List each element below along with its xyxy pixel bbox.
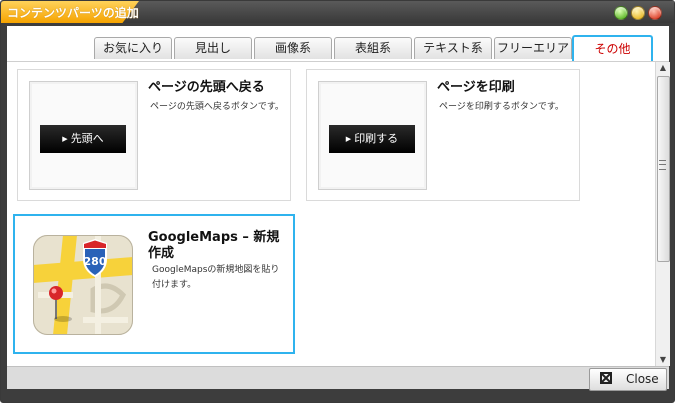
- tab-tables[interactable]: 表組系: [334, 37, 412, 59]
- print-preview-button: ▶ 印刷する: [329, 125, 415, 153]
- tab-images[interactable]: 画像系: [254, 37, 332, 59]
- tab-other[interactable]: その他: [572, 35, 653, 61]
- maximize-button[interactable]: [631, 6, 645, 20]
- part-title: ページを印刷: [437, 80, 515, 95]
- close-button[interactable]: Close: [589, 368, 667, 391]
- tab-text[interactable]: テキスト系: [414, 37, 492, 59]
- bottom-bar: Close: [7, 366, 669, 391]
- part-description: ページの先頭へ戻るボタンです。: [150, 102, 284, 112]
- part-card-google-maps[interactable]: 280 GoogleMaps – 新規作成 GoogleMapsの新規地図を貼り…: [13, 214, 295, 354]
- back-to-top-preview-button: ▶ 先頭へ: [40, 125, 126, 153]
- title-bar[interactable]: コンテンツパーツの追加: [1, 1, 674, 23]
- tab-bar: お気に入り 見出し 画像系 表組系 テキスト系 フリーエリア その他: [7, 35, 669, 62]
- parts-list: ▶ 先頭へ ページの先頭へ戻る ページの先頭へ戻るボタンです。 ▶ 印刷する ページ…: [7, 62, 655, 366]
- part-description: ページを印刷するボタンです。: [439, 102, 564, 112]
- close-window-button[interactable]: [648, 6, 662, 20]
- content-frame: お気に入り 見出し 画像系 表組系 テキスト系 フリーエリア その他 ▶ 先頭へ …: [7, 26, 670, 366]
- dialog-window: コンテンツパーツの追加 お気に入り 見出し 画像系 表組系 テキスト系 フリーエ…: [0, 0, 675, 403]
- google-maps-icon: 280: [33, 235, 133, 335]
- vertical-scrollbar[interactable]: ▲ ▼: [655, 62, 670, 366]
- interstate-shield-number: 280: [84, 255, 107, 268]
- scroll-grip-icon: [659, 160, 666, 170]
- part-title: GoogleMaps – 新規作成: [148, 230, 280, 261]
- close-button-label: Close: [626, 372, 659, 386]
- part-card-back-to-top[interactable]: ▶ 先頭へ ページの先頭へ戻る ページの先頭へ戻るボタンです。: [17, 69, 291, 201]
- scroll-up-arrow-icon[interactable]: ▲: [656, 62, 670, 74]
- window-title: コンテンツパーツの追加: [7, 6, 139, 20]
- part-thumbnail: ▶ 先頭へ: [29, 81, 138, 190]
- part-thumbnail: ▶ 印刷する: [318, 81, 427, 190]
- tab-headings[interactable]: 見出し: [174, 37, 252, 59]
- close-box-icon: [600, 372, 612, 384]
- part-title: ページの先頭へ戻る: [148, 80, 265, 95]
- tab-favorites[interactable]: お気に入り: [94, 37, 172, 59]
- part-card-print-page[interactable]: ▶ 印刷する ページを印刷 ページを印刷するボタンです。: [306, 69, 580, 201]
- triangle-right-icon: ▶: [345, 135, 352, 143]
- part-description: GoogleMapsの新規地図を貼り付けます。: [152, 265, 280, 290]
- minimize-button[interactable]: [614, 6, 628, 20]
- scroll-down-arrow-icon[interactable]: ▼: [656, 354, 670, 366]
- tab-free-area[interactable]: フリーエリア: [494, 37, 572, 59]
- triangle-right-icon: ▶: [62, 135, 68, 143]
